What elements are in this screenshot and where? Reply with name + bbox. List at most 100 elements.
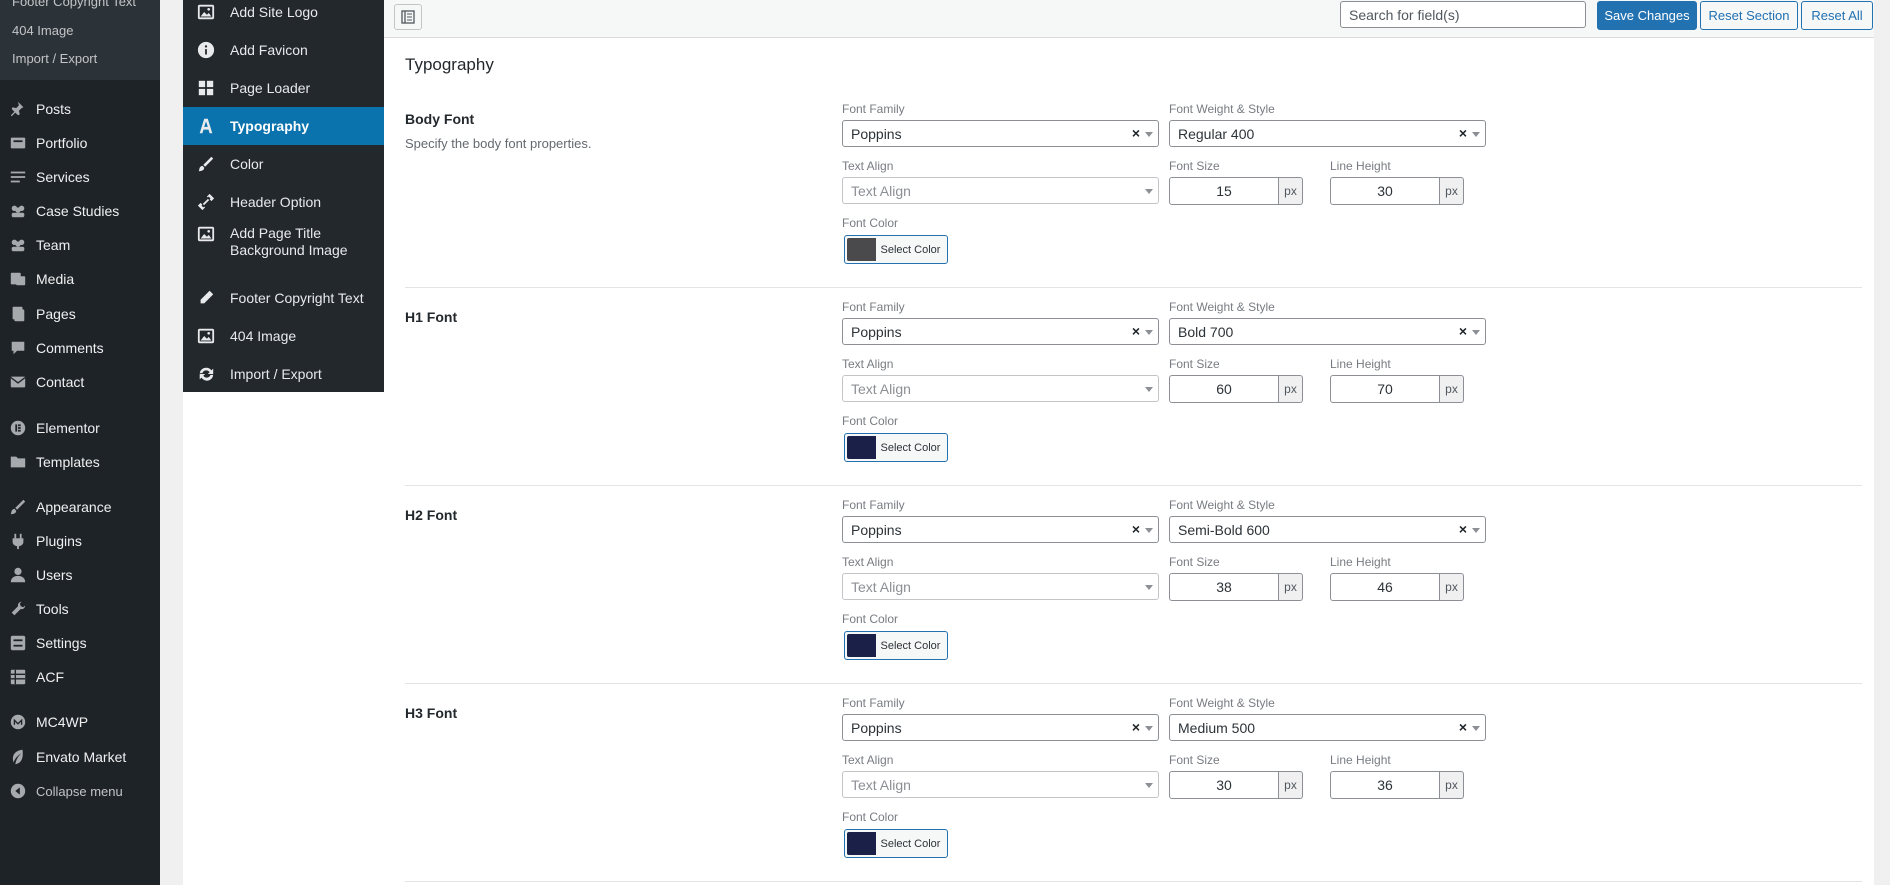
admin-menu-item-mc4wp[interactable]: MC4WP	[0, 707, 160, 737]
wrench-icon	[8, 599, 28, 619]
body-font-text-align-select[interactable]: Text Align	[842, 177, 1159, 204]
h2-font-text-align-select[interactable]: Text Align	[842, 573, 1159, 600]
admin-menu-label: MC4WP	[36, 714, 89, 730]
body-font-font-family-select[interactable]: Poppins ×	[842, 120, 1159, 147]
h1-font-color-picker-button[interactable]: Select Color	[844, 433, 948, 462]
save-changes-button[interactable]: Save Changes	[1597, 1, 1697, 30]
chevron-down-icon	[1472, 726, 1480, 731]
body-font-color-picker-button[interactable]: Select Color	[844, 235, 948, 264]
clear-icon[interactable]: ×	[1459, 521, 1467, 537]
submenu-item-import-export[interactable]: Import / Export	[12, 51, 97, 66]
unit-label: px	[1440, 177, 1464, 205]
panel-nav-label: Footer Copyright Text	[230, 290, 364, 306]
clear-icon[interactable]: ×	[1132, 719, 1140, 735]
admin-menu-item-team[interactable]: Team	[0, 230, 160, 260]
folder-icon	[8, 452, 28, 472]
admin-menu-label: Collapse menu	[36, 783, 123, 799]
panel-nav-footer-copyright-text[interactable]: Footer Copyright Text	[183, 279, 384, 317]
pushpin-icon	[8, 99, 28, 119]
admin-menu-item-templates[interactable]: Templates	[0, 447, 160, 477]
admin-menu-item-case-studies[interactable]: Case Studies	[0, 196, 160, 226]
elementor-icon	[8, 418, 28, 438]
clear-icon[interactable]: ×	[1459, 125, 1467, 141]
options-panel-sidebar: Add Site Logo Add Favicon Page Loader Typog…	[183, 0, 384, 392]
admin-menu-item-users[interactable]: Users	[0, 560, 160, 590]
list-icon	[8, 167, 28, 187]
row-divider	[405, 485, 1862, 486]
h2-font-label-font-family: Font Family	[842, 498, 905, 512]
panel-nav-header-option[interactable]: Header Option	[183, 183, 384, 221]
panel-nav-page-loader[interactable]: Page Loader	[183, 69, 384, 107]
h2-font-color-picker-button[interactable]: Select Color	[844, 631, 948, 660]
search-fields-input[interactable]	[1340, 1, 1586, 28]
clear-icon[interactable]: ×	[1459, 323, 1467, 339]
body-font-font-weight-select[interactable]: Regular 400 ×	[1169, 120, 1486, 147]
admin-menu-item-pages[interactable]: Pages	[0, 299, 160, 329]
h2-font-line-height-input[interactable]	[1330, 573, 1440, 601]
h1-font-font-family-select[interactable]: Poppins ×	[842, 318, 1159, 345]
admin-menu-item-elementor[interactable]: Elementor	[0, 413, 160, 443]
font-family-value: Poppins	[851, 323, 902, 340]
h3-font-color-picker-button[interactable]: Select Color	[844, 829, 948, 858]
h2-font-label-font-color: Font Color	[842, 612, 899, 626]
admin-menu-label: ACF	[36, 669, 64, 685]
admin-menu-item-services[interactable]: Services	[0, 162, 160, 192]
admin-menu-item-acf[interactable]: ACF	[0, 662, 160, 692]
clear-icon[interactable]: ×	[1132, 125, 1140, 141]
reset-section-button[interactable]: Reset Section	[1700, 1, 1798, 30]
panel-nav-add-favicon[interactable]: Add Favicon	[183, 31, 384, 69]
submenu-item-footer-copyright[interactable]: Footer Copyright Text	[12, 0, 136, 9]
body-font-title: Body Font	[405, 111, 475, 127]
h3-font-font-size-input[interactable]	[1169, 771, 1279, 799]
image-icon	[196, 2, 216, 22]
h2-font-font-weight-select[interactable]: Semi-Bold 600 ×	[1169, 516, 1486, 543]
mail-icon	[8, 372, 28, 392]
panel-nav-label: Page Loader	[230, 80, 311, 96]
admin-menu-item-tools[interactable]: Tools	[0, 594, 160, 624]
admin-menu-label: Templates	[36, 454, 100, 470]
h3-font-line-height-input[interactable]	[1330, 771, 1440, 799]
panel-nav-color[interactable]: Color	[183, 145, 384, 183]
body-font-description: Specify the body font properties.	[405, 136, 592, 151]
admin-menu-item-comments[interactable]: Comments	[0, 333, 160, 363]
reset-all-button[interactable]: Reset All	[1801, 1, 1873, 30]
h3-font-label-font-size: Font Size	[1169, 753, 1220, 767]
panel-nav-typography[interactable]: Typography	[183, 107, 384, 145]
panel-nav-add-site-logo[interactable]: Add Site Logo	[183, 0, 384, 31]
admin-menu-item-appearance[interactable]: Appearance	[0, 492, 160, 522]
groups-icon	[8, 201, 28, 221]
clear-icon[interactable]: ×	[1459, 719, 1467, 735]
expand-options-button[interactable]	[394, 4, 422, 30]
h1-font-line-height-field: px	[1330, 375, 1464, 403]
select-color-label: Select Color	[880, 243, 941, 256]
h1-font-line-height-input[interactable]	[1330, 375, 1440, 403]
clear-icon[interactable]: ×	[1132, 521, 1140, 537]
select-color-label: Select Color	[880, 837, 941, 850]
admin-menu-item-portfolio[interactable]: Portfolio	[0, 128, 160, 158]
panel-nav-label: Typography	[230, 118, 310, 134]
clear-icon[interactable]: ×	[1132, 323, 1140, 339]
h1-font-font-size-input[interactable]	[1169, 375, 1279, 403]
admin-menu-item-media[interactable]: Media	[0, 264, 160, 294]
admin-menu-item-contact[interactable]: Contact	[0, 367, 160, 397]
body-font-line-height-input[interactable]	[1330, 177, 1440, 205]
h3-font-font-weight-select[interactable]: Medium 500 ×	[1169, 714, 1486, 741]
h3-font-font-family-select[interactable]: Poppins ×	[842, 714, 1159, 741]
admin-menu-item-settings[interactable]: Settings	[0, 628, 160, 658]
h1-font-text-align-select[interactable]: Text Align	[842, 375, 1159, 402]
collapse-icon	[8, 781, 28, 801]
h2-font-font-size-input[interactable]	[1169, 573, 1279, 601]
body-font-font-size-input[interactable]	[1169, 177, 1279, 205]
admin-menu-item-posts[interactable]: Posts	[0, 94, 160, 124]
submenu-item-404-image[interactable]: 404 Image	[12, 23, 73, 38]
h1-font-font-weight-select[interactable]: Bold 700 ×	[1169, 318, 1486, 345]
admin-menu-item-plugins[interactable]: Plugins	[0, 526, 160, 556]
panel-nav-add-page-title-background-image[interactable]: Add Page Title Background Image	[183, 221, 384, 269]
h2-font-font-family-select[interactable]: Poppins ×	[842, 516, 1159, 543]
panel-nav-404-image[interactable]: 404 Image	[183, 317, 384, 355]
panel-nav-import-export[interactable]: Import / Export	[183, 355, 384, 393]
unit-label: px	[1440, 375, 1464, 403]
admin-menu-item-envato-market[interactable]: Envato Market	[0, 742, 160, 772]
h3-font-text-align-select[interactable]: Text Align	[842, 771, 1159, 798]
admin-menu-item-collapse-menu[interactable]: Collapse menu	[0, 776, 160, 806]
